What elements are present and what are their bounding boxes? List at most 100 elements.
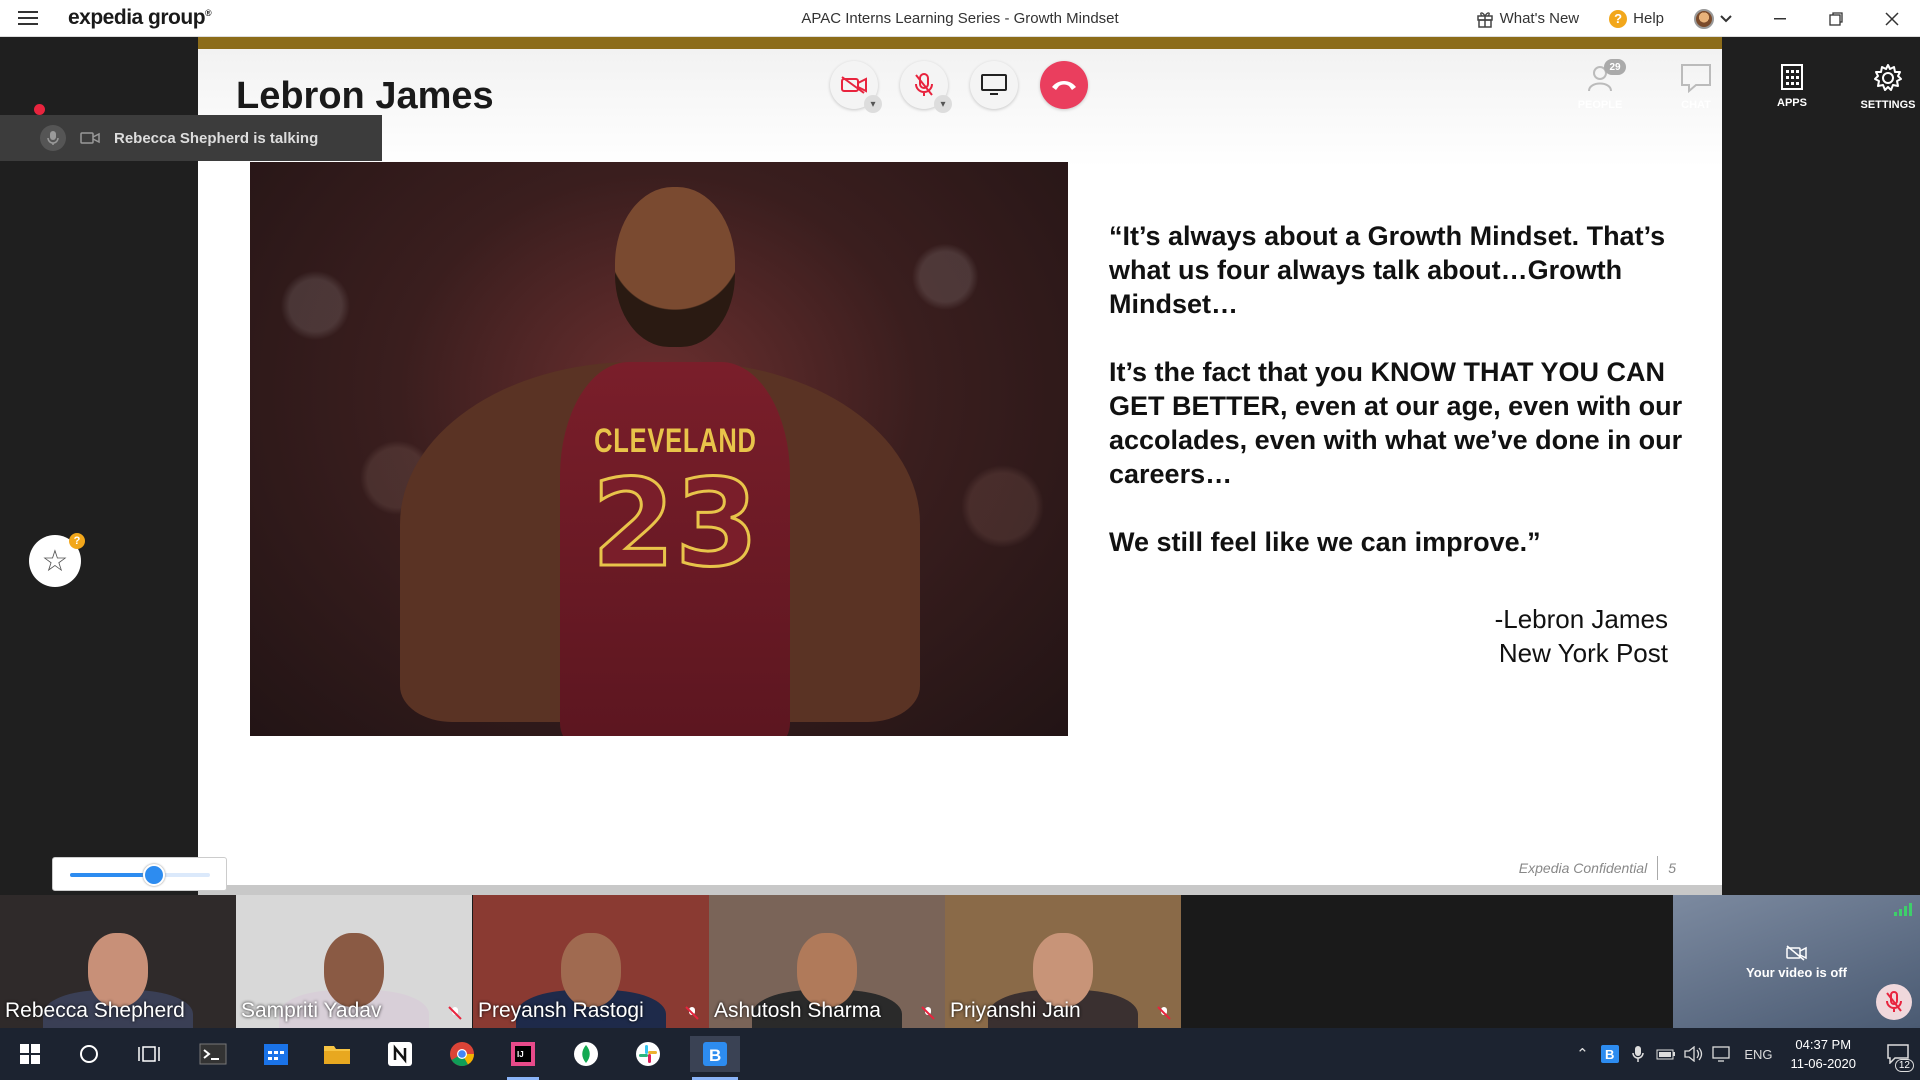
participant-tile[interactable]: Priyanshi Jain: [945, 895, 1181, 1028]
bluejeans-icon: B: [703, 1042, 727, 1066]
zoom-slider[interactable]: [52, 857, 227, 891]
self-mic-button[interactable]: [1876, 984, 1912, 1020]
call-controls: ▾ ▾: [830, 61, 1088, 113]
share-screen-button[interactable]: [970, 61, 1018, 109]
calendar-icon: [264, 1044, 288, 1065]
apps-button[interactable]: APPS: [1762, 63, 1822, 111]
participant-face: [88, 933, 148, 1007]
mongodb-app[interactable]: [568, 1036, 604, 1072]
calendar-app[interactable]: [258, 1036, 294, 1072]
chat-label: CHAT: [1681, 99, 1711, 111]
bluejeans-tray-icon[interactable]: B: [1596, 1045, 1624, 1063]
chevron-down-icon: [1720, 14, 1732, 22]
action-center-button[interactable]: 12: [1876, 1028, 1920, 1080]
whats-new-button[interactable]: What's New: [1476, 10, 1579, 28]
system-tray: ⌃ B ENG 04:37 PM 11-06-2020 12: [1568, 1028, 1920, 1080]
mic-off-icon: [1157, 1006, 1171, 1020]
participant-tile[interactable]: Sampriti Yadav: [236, 895, 472, 1028]
settings-button[interactable]: SETTINGS: [1858, 63, 1918, 111]
participant-face: [797, 933, 857, 1007]
svg-text:IJ: IJ: [517, 1050, 524, 1059]
feedback-button[interactable]: ☆ ?: [29, 533, 85, 587]
gear-icon: [1874, 64, 1902, 91]
minimize-button[interactable]: [1752, 0, 1808, 37]
close-button[interactable]: [1864, 0, 1920, 37]
self-view-text: Your video is off: [1746, 965, 1847, 980]
chevron-up-icon[interactable]: ⌃: [1568, 1045, 1596, 1063]
microphone-icon[interactable]: [1624, 1045, 1652, 1063]
participant-name: Ashutosh Sharma: [714, 999, 881, 1022]
speaker-icon[interactable]: [1680, 1046, 1708, 1062]
video-toggle-button[interactable]: ▾: [830, 61, 882, 113]
slack-app[interactable]: [630, 1036, 666, 1072]
mic-off-icon: [1886, 991, 1902, 1012]
speaker-text: Rebecca Shepherd is talking: [114, 129, 319, 147]
slack-icon: [636, 1042, 660, 1066]
jersey-text: CLEVELAND: [593, 422, 757, 460]
chrome-icon: [450, 1042, 474, 1067]
chevron-down-icon[interactable]: ▾: [934, 95, 952, 113]
search-circle-icon: [80, 1045, 98, 1063]
help-button[interactable]: ? Help: [1609, 9, 1664, 28]
star-badge: ?: [69, 533, 85, 549]
chevron-down-icon[interactable]: ▾: [864, 95, 882, 113]
page-number: 5: [1668, 860, 1676, 876]
self-view[interactable]: Your video is off: [1673, 895, 1920, 1028]
quote-paragraph-2: It’s the fact that you KNOW THAT YOU CAN…: [1109, 357, 1683, 489]
language-indicator[interactable]: ENG: [1736, 1047, 1780, 1062]
terminal-icon: [199, 1043, 227, 1065]
participant-face: [561, 933, 621, 1007]
avatar: [1694, 8, 1714, 29]
menu-icon[interactable]: [18, 9, 38, 27]
participant-name: Sampriti Yadav: [241, 999, 382, 1022]
quote: “It’s always about a Growth Mindset. Tha…: [1109, 219, 1689, 593]
quote-paragraph-3: We still feel like we can improve.”: [1109, 527, 1541, 557]
chrome-app[interactable]: [444, 1036, 480, 1072]
slider-track[interactable]: [70, 873, 210, 877]
file-explorer-app[interactable]: [319, 1036, 355, 1072]
profile-menu[interactable]: [1694, 8, 1732, 29]
chat-button[interactable]: CHAT: [1666, 63, 1726, 111]
mic-toggle-button[interactable]: ▾: [900, 61, 952, 113]
battery-icon[interactable]: [1652, 1048, 1680, 1060]
task-view-button[interactable]: [131, 1036, 167, 1072]
people-button[interactable]: 29 PEOPLE: [1570, 59, 1630, 111]
player-photo: CLEVELAND 23: [250, 162, 1068, 736]
gift-icon: [1476, 11, 1493, 28]
signal-icon: [1894, 903, 1912, 916]
bluejeans-app[interactable]: B: [690, 1036, 740, 1080]
slider-fill: [70, 873, 154, 877]
video-off-icon: [841, 76, 867, 94]
mic-off-icon: [685, 1006, 699, 1020]
participant-tile[interactable]: Rebecca Shepherd: [0, 895, 236, 1028]
participant-name: Rebecca Shepherd: [5, 999, 185, 1022]
leaf-icon: [574, 1042, 598, 1066]
mic-off-icon: [921, 1006, 935, 1020]
apps-grid-icon: [1781, 64, 1803, 90]
camera-icon: [80, 132, 100, 144]
intellij-app[interactable]: IJ: [505, 1036, 541, 1080]
cortana-button[interactable]: [71, 1036, 107, 1072]
network-icon[interactable]: [1708, 1046, 1736, 1062]
windows-start-button[interactable]: [12, 1036, 48, 1072]
mic-off-icon: [448, 1006, 462, 1020]
slide-title: Lebron James: [236, 75, 494, 117]
task-view-icon: [138, 1046, 160, 1062]
slide-top-bar: [198, 37, 1722, 49]
end-call-button[interactable]: [1040, 61, 1088, 109]
mic-off-icon: [915, 73, 933, 96]
slider-handle[interactable]: [143, 864, 165, 886]
participant-tile[interactable]: Preyansh Rastogi: [473, 895, 709, 1028]
participant-tile[interactable]: Ashutosh Sharma: [709, 895, 945, 1028]
settings-label: SETTINGS: [1860, 99, 1916, 111]
minimize-icon: [1774, 17, 1786, 19]
help-label: Help: [1633, 10, 1664, 27]
help-icon: ?: [1609, 9, 1628, 28]
clock[interactable]: 04:37 PM 11-06-2020: [1790, 1035, 1856, 1073]
right-panel: [1722, 37, 1920, 895]
restore-button[interactable]: [1808, 0, 1864, 37]
participant-face: [1033, 933, 1093, 1007]
intellij-icon: IJ: [511, 1042, 535, 1066]
terminal-app[interactable]: [195, 1036, 231, 1072]
notion-app[interactable]: [382, 1036, 418, 1072]
